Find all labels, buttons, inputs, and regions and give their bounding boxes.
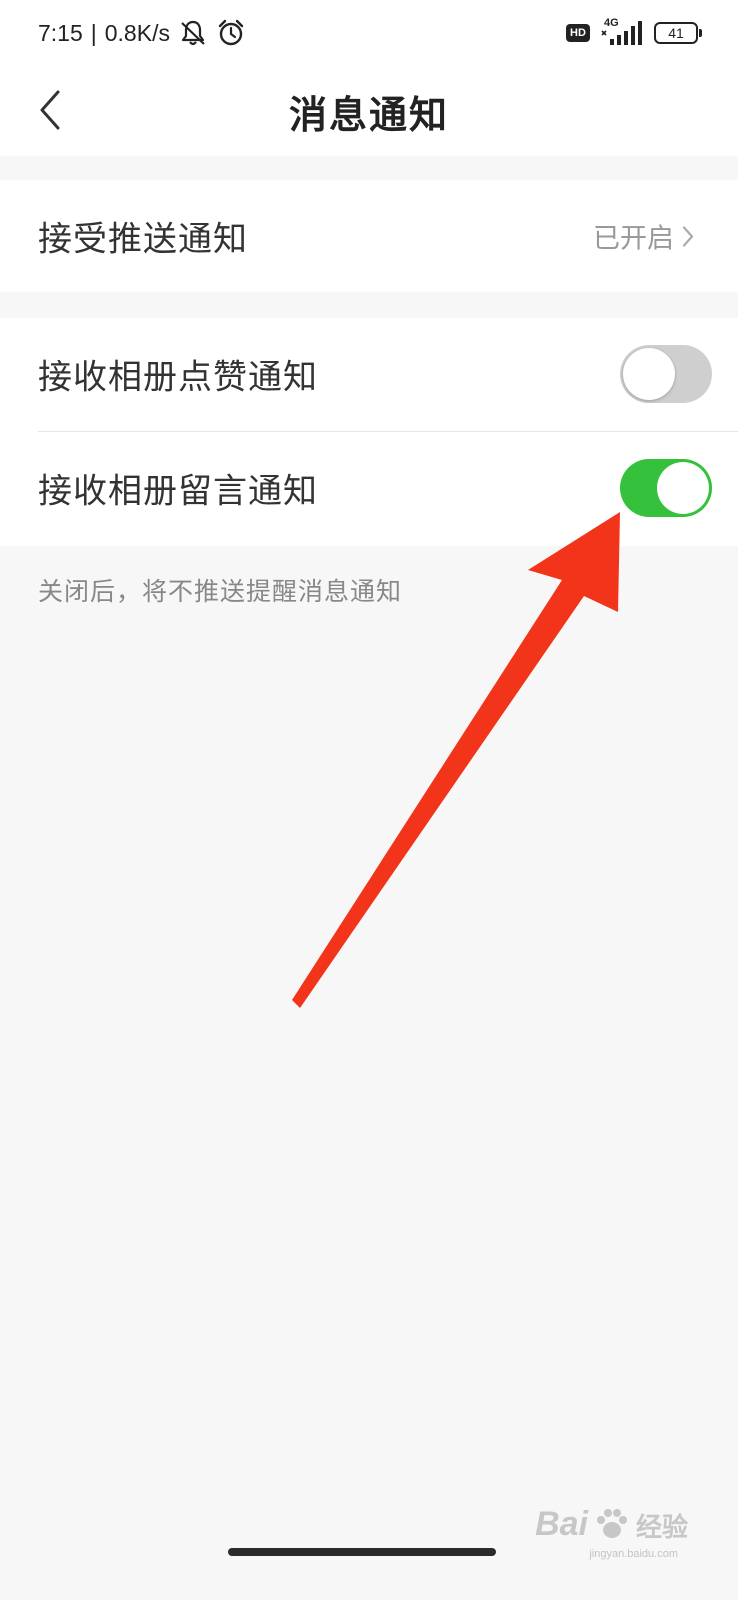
- chevron-right-icon: [682, 225, 694, 247]
- page-title: 消息通知: [288, 93, 449, 137]
- signal-icon: 4G: [600, 17, 644, 47]
- album-comments-toggle[interactable]: [620, 459, 712, 517]
- album-comments-label: 接收相册留言通知: [38, 471, 318, 512]
- watermark-logo: Bai 经验: [535, 1504, 688, 1544]
- settings-group-album: 接收相册点赞通知 接收相册留言通知: [0, 318, 738, 546]
- battery-icon: 41: [654, 22, 702, 44]
- toggle-knob: [657, 462, 709, 514]
- watermark-cn: 经验: [635, 1512, 688, 1542]
- status-left: 7:15 | 0.8K/s: [38, 16, 246, 50]
- toggle-knob: [623, 348, 675, 400]
- home-indicator[interactable]: [228, 1548, 496, 1556]
- battery-level: 41: [668, 25, 684, 41]
- push-notification-value: 已开启: [593, 223, 674, 255]
- watermark-brand: Bai: [535, 1505, 588, 1543]
- nav-bar: 消息通知: [0, 66, 738, 156]
- status-bar: 7:15 | 0.8K/s HD 4G 41: [0, 0, 738, 66]
- alarm-clock-icon: [216, 18, 246, 48]
- push-notification-label: 接受推送通知: [38, 219, 248, 260]
- album-likes-toggle[interactable]: [620, 345, 712, 403]
- album-likes-row: 接收相册点赞通知: [0, 318, 738, 430]
- album-comments-row: 接收相册留言通知: [0, 432, 738, 544]
- hd-icon: HD: [566, 24, 590, 42]
- settings-group-push: 接受推送通知 已开启: [0, 180, 738, 292]
- bell-muted-icon: [178, 18, 208, 48]
- status-right: HD 4G 41: [566, 17, 702, 48]
- paw-icon: [596, 1509, 627, 1538]
- push-notification-status: 已开启: [593, 217, 696, 256]
- status-separator: |: [90, 19, 97, 46]
- push-notification-row[interactable]: 接受推送通知 已开启: [0, 180, 738, 292]
- album-likes-label: 接收相册点赞通知: [38, 357, 318, 398]
- watermark-url: jingyan.baidu.com: [589, 1548, 678, 1560]
- status-net-speed: 0.8K/s: [104, 19, 170, 46]
- hint-text: 关闭后，将不推送提醒消息通知: [38, 577, 403, 606]
- status-time: 7:15: [38, 19, 83, 46]
